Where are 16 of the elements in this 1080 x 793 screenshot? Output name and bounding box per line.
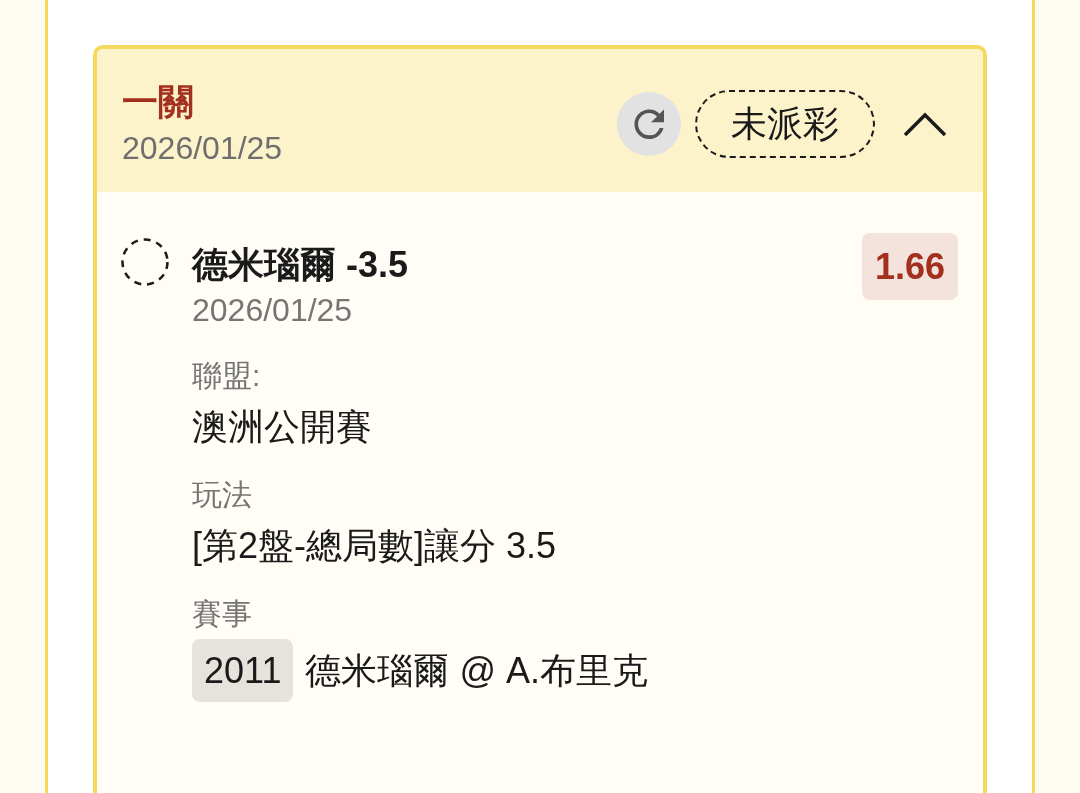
selection-title: 德米瑙爾 -3.5	[192, 243, 409, 287]
field-value: [第2盤-總局數]讓分 3.5	[192, 524, 557, 568]
dashed-circle-icon	[121, 238, 169, 286]
field-label: 聯盟:	[192, 358, 261, 394]
field-label: 玩法	[192, 477, 252, 513]
field-value: 澳洲公開賽	[192, 405, 372, 449]
chevron-up-icon[interactable]	[903, 111, 947, 137]
status-tag: 未派彩	[695, 90, 875, 158]
event-name: 德米瑙爾 @ A.布里克	[305, 648, 648, 693]
ticket-title: 一關	[122, 80, 194, 124]
odds-badge: 1.66	[861, 233, 958, 300]
refresh-icon[interactable]	[617, 92, 681, 156]
selection-date: 2026/01/25	[192, 291, 353, 330]
field-label: 賽事	[192, 596, 252, 632]
event-code-tag: 2011	[192, 639, 294, 702]
ticket-date: 2026/01/25	[122, 129, 283, 168]
